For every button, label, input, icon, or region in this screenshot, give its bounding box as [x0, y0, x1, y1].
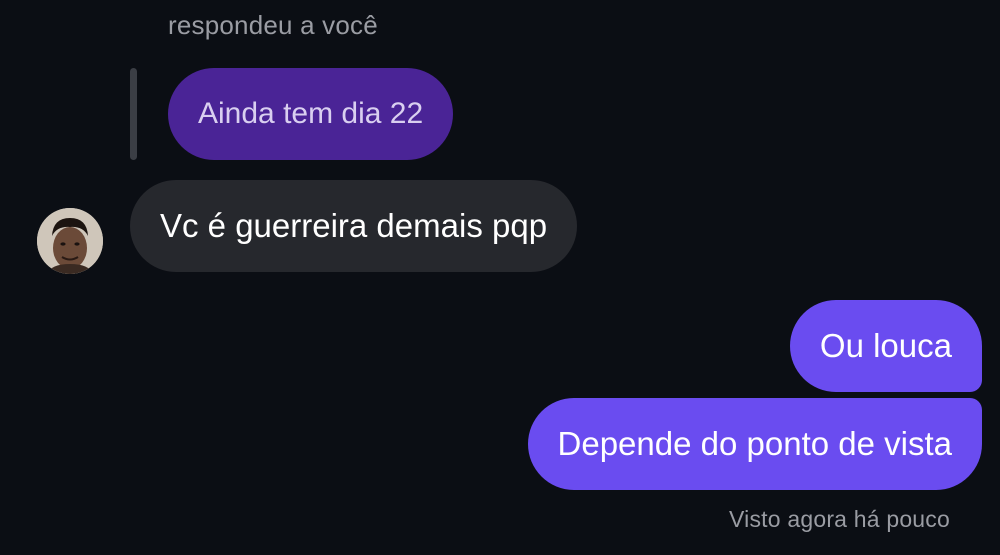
avatar-icon — [37, 208, 103, 274]
received-message-bubble[interactable]: Vc é guerreira demais pqp — [130, 180, 578, 272]
contact-avatar[interactable] — [37, 208, 103, 274]
sent-message-bubble[interactable]: Ou louca — [789, 300, 982, 392]
seen-status: Visto agora há pouco — [729, 506, 950, 532]
sent-message-bubble[interactable]: Depende do ponto de vista — [527, 398, 982, 490]
reply-caption: respondeu a você — [168, 10, 378, 40]
quoted-message-bubble[interactable]: Ainda tem dia 22 — [168, 68, 454, 160]
sent-message-text: Depende do ponto de vista — [557, 425, 952, 462]
reply-indicator-bar — [130, 68, 137, 160]
received-message-text: Vc é guerreira demais pqp — [160, 207, 548, 244]
quoted-message-text: Ainda tem dia 22 — [198, 97, 424, 130]
sent-message-text: Ou louca — [819, 327, 952, 364]
